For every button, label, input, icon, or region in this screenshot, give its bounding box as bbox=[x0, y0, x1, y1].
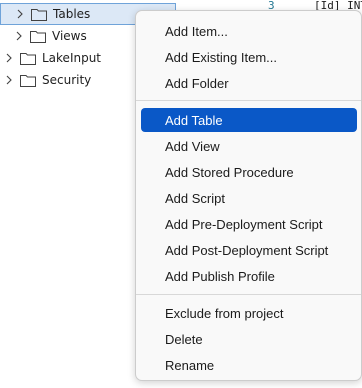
folder-icon bbox=[20, 52, 36, 65]
menu-item-add-script[interactable]: Add Script bbox=[141, 186, 357, 210]
menu-item-add-existing-item[interactable]: Add Existing Item... bbox=[141, 45, 357, 69]
menu-item-add-pre-deployment-script[interactable]: Add Pre-Deployment Script bbox=[141, 212, 357, 236]
chevron-right-icon[interactable] bbox=[15, 9, 25, 19]
context-menu: Add Item... Add Existing Item... Add Fol… bbox=[135, 10, 362, 381]
chevron-right-icon[interactable] bbox=[14, 31, 24, 41]
menu-item-add-folder[interactable]: Add Folder bbox=[141, 71, 357, 95]
menu-item-rename[interactable]: Rename bbox=[141, 353, 357, 377]
menu-separator bbox=[136, 294, 361, 295]
menu-item-add-publish-profile[interactable]: Add Publish Profile bbox=[141, 264, 357, 288]
menu-item-add-stored-procedure[interactable]: Add Stored Procedure bbox=[141, 160, 357, 184]
tree-item-label: LakeInput bbox=[42, 51, 102, 65]
menu-item-add-view[interactable]: Add View bbox=[141, 134, 357, 158]
tree-item-lakeinput[interactable]: LakeInput bbox=[0, 47, 135, 69]
folder-icon bbox=[31, 8, 47, 21]
menu-item-add-item[interactable]: Add Item... bbox=[141, 19, 357, 43]
folder-icon bbox=[30, 30, 46, 43]
tree-item-label: Views bbox=[52, 29, 87, 43]
tree-item-label: Security bbox=[42, 73, 92, 87]
chevron-right-icon[interactable] bbox=[4, 53, 14, 63]
chevron-right-icon[interactable] bbox=[4, 75, 14, 85]
folder-icon bbox=[20, 74, 36, 87]
tree-item-label: Tables bbox=[53, 7, 91, 21]
menu-item-delete[interactable]: Delete bbox=[141, 327, 357, 351]
menu-item-exclude-from-project[interactable]: Exclude from project bbox=[141, 301, 357, 325]
menu-item-add-post-deployment-script[interactable]: Add Post-Deployment Script bbox=[141, 238, 357, 262]
menu-separator bbox=[136, 100, 361, 101]
tree-item-security[interactable]: Security bbox=[0, 69, 135, 91]
menu-item-add-table[interactable]: Add Table bbox=[141, 108, 357, 132]
tree-item-views[interactable]: Views bbox=[0, 25, 135, 47]
